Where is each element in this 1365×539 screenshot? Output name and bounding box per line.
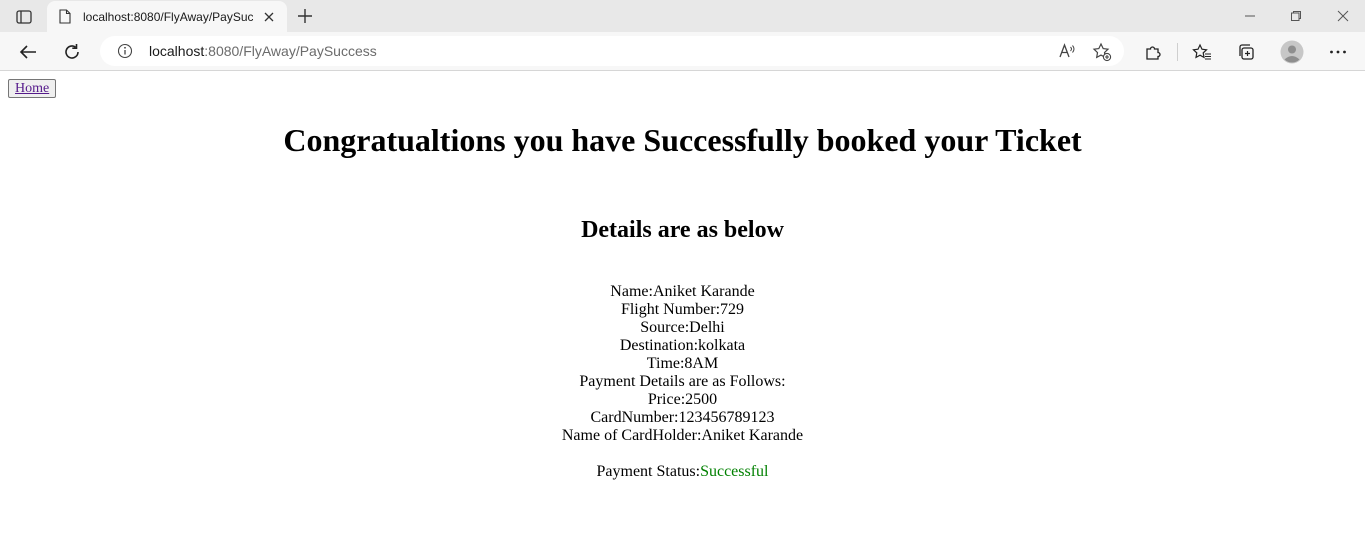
minimize-icon[interactable] xyxy=(1238,4,1262,28)
refresh-icon[interactable] xyxy=(59,39,85,65)
detail-card-number: CardNumber:123456789123 xyxy=(590,409,775,426)
detail-time: Time:8AM xyxy=(646,355,719,372)
url-path: :8080/FlyAway/PaySuccess xyxy=(204,43,377,59)
add-favorite-icon[interactable] xyxy=(1092,42,1112,62)
home-button[interactable]: Home xyxy=(8,79,57,98)
browser-tab[interactable]: localhost:8080/FlyAway/PaySuccess xyxy=(47,1,287,32)
tab-bar: localhost:8080/FlyAway/PaySuccess xyxy=(0,0,1365,32)
payment-status-label: Payment Status: xyxy=(596,463,701,480)
detail-destination: Destination:kolkata xyxy=(619,337,746,354)
puzzle-icon[interactable] xyxy=(1140,39,1166,65)
page-content: Home Congratualtions you have Successful… xyxy=(0,71,1365,539)
url-host: localhost xyxy=(149,43,205,59)
page-title: Congratualtions you have Successfully bo… xyxy=(283,122,1082,158)
address-bar[interactable]: localhost:8080/FlyAway/PaySuccess xyxy=(100,36,1124,66)
detail-source: Source:Delhi xyxy=(640,319,725,336)
read-aloud-icon[interactable] xyxy=(1058,42,1076,60)
close-icon[interactable] xyxy=(261,9,277,25)
detail-flight-number: Flight Number:729 xyxy=(620,301,745,318)
favorites-icon[interactable] xyxy=(1189,39,1215,65)
window-close-icon[interactable] xyxy=(1331,4,1355,28)
details-heading: Details are as below xyxy=(581,217,784,243)
document-icon xyxy=(59,9,73,25)
info-icon[interactable] xyxy=(117,43,133,59)
payment-status-value: Successful xyxy=(700,463,769,480)
avatar-icon[interactable] xyxy=(1279,39,1305,65)
tab-actions-icon[interactable] xyxy=(10,6,38,28)
booking-details: Name:Aniket Karande Flight Number:729 So… xyxy=(0,283,1365,481)
address-toolbar: localhost:8080/FlyAway/PaySuccess xyxy=(0,32,1365,71)
detail-name: Name:Aniket Karande xyxy=(610,283,755,300)
more-icon[interactable] xyxy=(1325,39,1351,65)
detail-price: Price:2500 xyxy=(647,391,718,408)
payment-details-heading: Payment Details are as Follows: xyxy=(579,373,786,390)
detail-cardholder: Name of CardHolder:Aniket Karande xyxy=(561,427,804,444)
payment-status: Payment Status:Successful xyxy=(0,463,1365,481)
toolbar-divider xyxy=(1177,43,1178,61)
plus-icon[interactable] xyxy=(294,5,316,27)
collections-icon[interactable] xyxy=(1233,39,1259,65)
restore-icon[interactable] xyxy=(1284,4,1308,28)
tab-title: localhost:8080/FlyAway/PaySuccess xyxy=(83,9,253,24)
url-text[interactable]: localhost:8080/FlyAway/PaySuccess xyxy=(149,43,377,59)
back-arrow-icon[interactable] xyxy=(15,39,41,65)
